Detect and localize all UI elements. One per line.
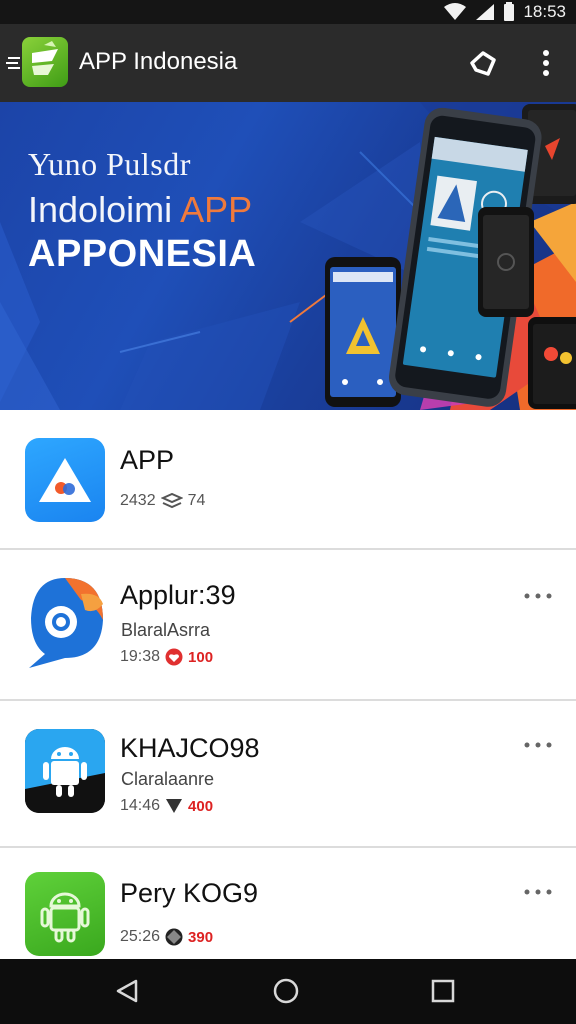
list-item[interactable]: KHAJCO98 Claralaanre 14:46 400 xyxy=(0,701,576,848)
status-icons: 18:53 xyxy=(443,2,566,22)
share-icon[interactable] xyxy=(466,46,500,80)
triangle-app-icon xyxy=(25,438,105,522)
banner-line-2: Indoloimi APP xyxy=(28,189,256,231)
home-icon[interactable] xyxy=(270,975,302,1007)
promo-banner[interactable]: Yuno Pulsdr Indoloimi APP APPONESIA xyxy=(0,102,576,410)
app-title: APP Indonesia xyxy=(79,48,238,75)
battery-icon xyxy=(504,2,515,21)
banner-line-3: APPONESIA xyxy=(28,233,257,275)
heart-badge-icon xyxy=(165,648,183,666)
wifi-icon xyxy=(444,3,467,20)
triangle-badge-icon xyxy=(166,799,183,813)
app-logo xyxy=(22,37,68,87)
status-time: 18:53 xyxy=(523,2,566,21)
app-name: Applur:39 xyxy=(120,580,236,610)
diamond-badge-icon xyxy=(165,928,183,946)
banner-line-1: Yuno Pulsdr xyxy=(28,146,191,182)
banner-line-2-text: Indoloimi xyxy=(28,189,173,230)
meta-left: 25:26 xyxy=(120,928,161,945)
meta-right: 100 xyxy=(188,648,214,666)
meta-left: 14:46 xyxy=(120,797,161,814)
list-item[interactable]: Pery KOG9 25:26 390 xyxy=(0,848,576,959)
system-nav-bar xyxy=(0,959,576,1024)
banner-headline: Yuno Pulsdr Indoloimi APP APPONESIA xyxy=(28,146,256,276)
chat-bubble-app-icon xyxy=(25,574,107,670)
back-icon[interactable] xyxy=(112,975,144,1007)
meta-left: 2432 xyxy=(120,492,156,509)
app-developer: Claralaanre xyxy=(121,769,215,789)
meta-right: 390 xyxy=(188,928,214,946)
app-name: APP xyxy=(120,445,175,475)
app-bar: APP Indonesia xyxy=(0,24,576,102)
more-options-icon[interactable] xyxy=(522,590,554,602)
menu-icon[interactable] xyxy=(6,54,20,72)
app-meta: 14:46 400 xyxy=(120,797,213,815)
overflow-menu-icon[interactable] xyxy=(532,46,560,80)
meta-right: 74 xyxy=(187,492,206,509)
more-options-icon[interactable] xyxy=(522,886,554,898)
meta-left: 19:38 xyxy=(120,648,161,665)
logo-leaf-icon xyxy=(32,41,58,75)
app-meta: 2432 74 xyxy=(120,492,205,510)
recents-icon[interactable] xyxy=(427,975,459,1007)
app-meta: 25:26 390 xyxy=(120,928,213,946)
list-item[interactable]: Applur:39 BlaralAsrra 19:38 100 xyxy=(0,550,576,701)
android-app-icon xyxy=(25,729,105,813)
app-name: KHAJCO98 xyxy=(120,733,260,763)
app-meta: 19:38 100 xyxy=(120,648,213,666)
stack-icon xyxy=(160,493,183,509)
app-developer: BlaralAsrra xyxy=(121,620,211,640)
more-options-icon[interactable] xyxy=(522,739,554,751)
meta-right: 400 xyxy=(188,797,214,815)
app-name: Pery KOG9 xyxy=(120,878,259,908)
banner-line-2-accent: APP xyxy=(180,189,253,230)
status-bar: 18:53 xyxy=(0,0,576,24)
signal-icon xyxy=(476,4,495,20)
android-outline-app-icon xyxy=(25,872,105,956)
list-item[interactable]: APP 2432 74 xyxy=(0,410,576,550)
